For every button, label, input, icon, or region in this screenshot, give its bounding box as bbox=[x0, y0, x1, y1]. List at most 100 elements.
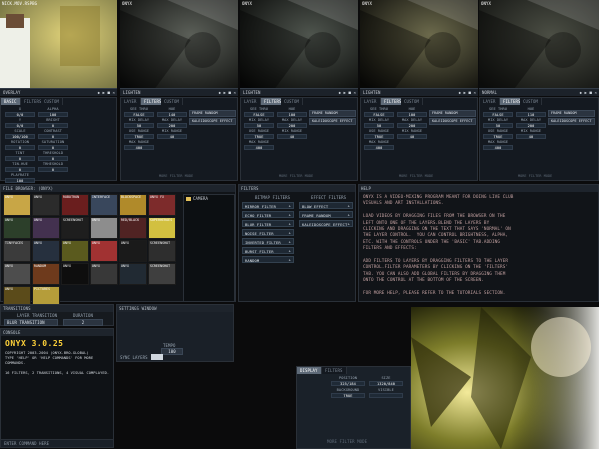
tab-custom[interactable]: CUSTOM bbox=[401, 98, 424, 105]
layer-filter-chip[interactable]: FRAME RANDOM bbox=[429, 110, 476, 117]
effect-filter-item[interactable]: BLOW EFFECT + bbox=[299, 202, 353, 209]
folder-icon[interactable] bbox=[186, 197, 191, 201]
file-thumb[interactable]: ONYX bbox=[61, 240, 89, 262]
bitmap-filter-item[interactable]: INVERTED FILTER + bbox=[242, 238, 294, 245]
layer-blend-bar[interactable]: LIGHTEN ◆ ▶ ■ ✕ bbox=[240, 88, 358, 96]
file-thumb[interactable]: TINYFACES bbox=[3, 240, 31, 262]
file-thumb[interactable]: ONYX bbox=[90, 263, 118, 285]
file-thumb[interactable]: ONYX bbox=[119, 240, 147, 262]
file-thumb[interactable]: ONYX bbox=[32, 240, 60, 262]
file-thumb[interactable]: RANDOM bbox=[32, 263, 60, 285]
field-value[interactable]: 100 bbox=[277, 112, 307, 117]
file-thumb[interactable]: ONYX bbox=[32, 194, 60, 216]
file-thumb[interactable]: BLOCKSPACE bbox=[119, 194, 147, 216]
tab-layer[interactable]: LAYER bbox=[361, 98, 381, 105]
tab-custom[interactable]: CUSTOM bbox=[281, 98, 304, 105]
layer-transport-controls[interactable]: ◆ ▶ ■ ✕ bbox=[218, 90, 236, 95]
field-value[interactable]: 0 bbox=[38, 123, 68, 128]
effect-filter-item[interactable]: KALEIDOSCOPE EFFECT + bbox=[299, 220, 353, 227]
layer-transition-select[interactable]: BLUR TRANSITION bbox=[4, 319, 58, 326]
field-value[interactable]: 200 bbox=[516, 123, 546, 128]
layer-blend-bar[interactable]: NORMAL ◆ ▶ ■ ✕ bbox=[479, 88, 599, 96]
field-value[interactable]: 200 bbox=[157, 123, 187, 128]
field-value[interactable]: 100/100 bbox=[5, 134, 35, 139]
bitmap-filter-item[interactable]: ECHO FILTER + bbox=[242, 211, 294, 218]
field-value[interactable]: 400 bbox=[124, 145, 154, 150]
layer-transport-controls[interactable]: ◆ ▶ ■ ✕ bbox=[579, 90, 597, 95]
field-value[interactable]: 40 bbox=[516, 134, 546, 139]
field-value[interactable]: 50 bbox=[244, 123, 274, 128]
file-thumb[interactable]: SCREENSHOT bbox=[148, 263, 176, 285]
file-thumb[interactable]: ONYX bbox=[90, 240, 118, 262]
file-thumb[interactable]: ONYX bbox=[90, 217, 118, 239]
sync-layers-toggle[interactable] bbox=[151, 354, 163, 360]
layer-filter-chip[interactable]: KALEIDOSCOPE EFFECT bbox=[429, 118, 476, 125]
field-value[interactable]: 0 bbox=[38, 156, 68, 161]
tab-global-filters[interactable]: FILTERS bbox=[322, 367, 347, 374]
file-thumb[interactable]: ONYX bbox=[61, 263, 89, 285]
field-value[interactable]: 400 bbox=[364, 145, 394, 150]
field-value[interactable]: TRUE bbox=[124, 134, 154, 139]
layer-video-2[interactable]: ONYX bbox=[120, 0, 238, 88]
layer-transport-controls[interactable]: ◆ ▶ ■ ✕ bbox=[97, 90, 115, 95]
layer-blend-bar[interactable]: LIGHTEN ◆ ▶ ■ ✕ bbox=[360, 88, 478, 96]
layer-blend-bar[interactable]: LIGHTEN ◆ ▶ ■ ✕ bbox=[120, 88, 238, 96]
layer-video-1[interactable]: NICK.MOV.RSPBG bbox=[0, 0, 117, 88]
tab-layer[interactable]: LAYER bbox=[241, 98, 261, 105]
layer-filter-chip[interactable]: KALEIDOSCOPE EFFECT bbox=[189, 118, 236, 125]
size-value[interactable]: 1320/840 bbox=[369, 381, 403, 386]
bitmap-filter-item[interactable]: BURST FILTER + bbox=[242, 247, 294, 254]
blend-mode-label[interactable]: LIGHTEN bbox=[363, 90, 381, 95]
visible-value[interactable] bbox=[369, 393, 403, 398]
bitmap-filter-item[interactable]: BLUR FILTER + bbox=[242, 220, 294, 227]
field-value[interactable]: 200 bbox=[397, 123, 427, 128]
field-value[interactable]: 0 bbox=[5, 167, 35, 172]
field-value[interactable]: FALSE bbox=[364, 112, 394, 117]
file-thumb[interactable]: SCREENSHOT bbox=[61, 217, 89, 239]
tab-custom[interactable]: CUSTOM bbox=[520, 98, 543, 105]
field-value[interactable]: 100 bbox=[397, 112, 427, 117]
tab-display[interactable]: DISPLAY bbox=[297, 367, 322, 374]
layer-video-4[interactable]: ONYX bbox=[360, 0, 478, 88]
file-thumb[interactable]: RED/BLACK bbox=[119, 217, 147, 239]
layer-filter-chip[interactable]: KALEIDOSCOPE EFFECT bbox=[548, 118, 595, 125]
tab-layer[interactable]: LAYER bbox=[121, 98, 141, 105]
blend-mode-label[interactable]: LIGHTEN bbox=[123, 90, 141, 95]
field-value[interactable]: 0 bbox=[38, 167, 68, 172]
layer-filter-chip[interactable]: FRAME RANDOM bbox=[548, 110, 595, 117]
field-value[interactable]: TRUE bbox=[364, 134, 394, 139]
field-value[interactable]: 0/0 bbox=[5, 123, 35, 128]
bitmap-filter-item[interactable]: RANDOM + bbox=[242, 256, 294, 263]
bitmap-filter-item[interactable]: MIRROR FILTER + bbox=[242, 202, 294, 209]
layer-blend-bar[interactable]: OVERLAY ◆ ▶ ■ ✕ bbox=[0, 88, 117, 96]
field-value[interactable]: 100 bbox=[5, 178, 35, 183]
field-value[interactable]: 200 bbox=[277, 123, 307, 128]
file-thumb[interactable]: ROBOTRON bbox=[61, 194, 89, 216]
duration-input[interactable]: 2 bbox=[63, 319, 103, 326]
folder-camera[interactable]: CAMERA bbox=[193, 196, 208, 201]
field-value[interactable]: FALSE bbox=[483, 112, 513, 117]
file-thumb[interactable]: ONYX FX bbox=[148, 194, 176, 216]
field-value[interactable]: 40 bbox=[397, 134, 427, 139]
layer-filter-chip[interactable]: FRAME RANDOM bbox=[309, 110, 356, 117]
tab-basic[interactable]: BASIC bbox=[1, 98, 21, 105]
tab-custom[interactable]: CUSTOM bbox=[161, 98, 184, 105]
field-value[interactable]: 0 bbox=[5, 156, 35, 161]
file-thumb[interactable]: INTERFACE bbox=[90, 194, 118, 216]
blend-mode-label[interactable]: LIGHTEN bbox=[243, 90, 261, 95]
field-value[interactable]: 140 bbox=[157, 112, 187, 117]
field-value[interactable]: 400 bbox=[483, 145, 513, 150]
file-thumb[interactable]: ONYX bbox=[3, 263, 31, 285]
field-value[interactable]: 400 bbox=[244, 145, 274, 150]
field-value[interactable]: 50 bbox=[364, 123, 394, 128]
field-value[interactable]: FALSE bbox=[244, 112, 274, 117]
tab-layer[interactable]: LAYER bbox=[480, 98, 500, 105]
field-value[interactable]: 50 bbox=[483, 123, 513, 128]
field-value[interactable]: 40 bbox=[157, 134, 187, 139]
file-thumb[interactable]: ONYX bbox=[32, 217, 60, 239]
layer-filter-chip[interactable]: KALEIDOSCOPE EFFECT bbox=[309, 118, 356, 125]
layer-transport-controls[interactable]: ◆ ▶ ■ ✕ bbox=[458, 90, 476, 95]
tempo-input[interactable]: 100 bbox=[161, 348, 183, 355]
field-value[interactable]: TRUE bbox=[483, 134, 513, 139]
blend-mode-label[interactable]: OVERLAY bbox=[3, 90, 21, 95]
